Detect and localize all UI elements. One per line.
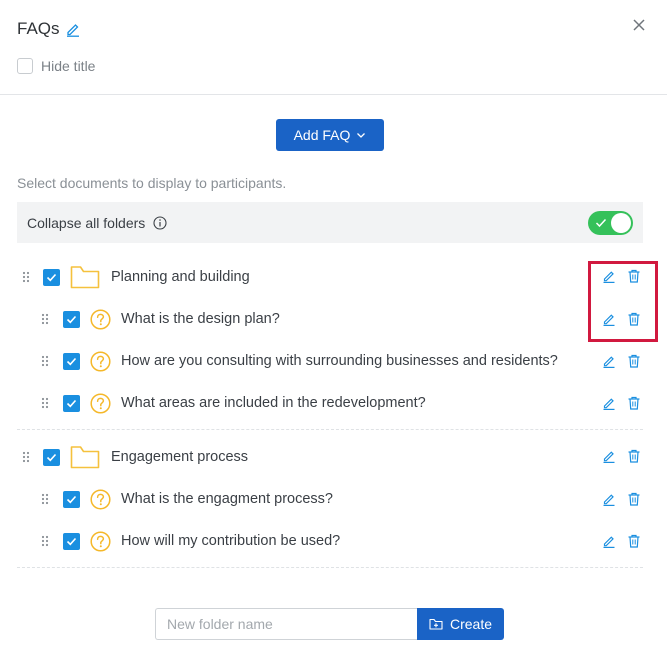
- pencil-icon[interactable]: [602, 449, 616, 463]
- pencil-icon[interactable]: [602, 396, 616, 410]
- collapse-folders-toggle[interactable]: [588, 211, 633, 235]
- folder-row: Planning and building: [22, 261, 250, 293]
- check-icon: [46, 273, 57, 281]
- collapse-folders-label: Collapse all folders: [27, 214, 146, 231]
- faq-label: How will my contribution be used?: [121, 533, 341, 549]
- drag-handle-icon[interactable]: [41, 313, 49, 325]
- trash-icon[interactable]: [627, 534, 641, 548]
- folder-checkbox[interactable]: [43, 448, 60, 466]
- faq-checkbox[interactable]: [63, 394, 80, 412]
- collapse-folders-bar: Collapse all folders: [17, 202, 643, 243]
- check-icon: [66, 495, 77, 503]
- faq-label: What is the design plan?: [121, 311, 280, 327]
- folder-row: Engagement process: [22, 441, 248, 473]
- hint-text: Select documents to display to participa…: [17, 175, 287, 191]
- check-icon: [46, 453, 57, 461]
- faq-checkbox[interactable]: [63, 532, 80, 550]
- pencil-icon[interactable]: [602, 312, 616, 326]
- question-circle-icon: [90, 392, 111, 414]
- trash-icon[interactable]: [627, 449, 641, 463]
- toggle-knob: [611, 213, 631, 233]
- check-icon: [66, 357, 77, 365]
- faq-row: What is the engagment process?: [41, 483, 333, 515]
- folder-icon: [70, 266, 100, 289]
- trash-icon[interactable]: [627, 396, 641, 410]
- info-icon[interactable]: [153, 215, 167, 230]
- check-icon: [595, 218, 607, 228]
- drag-handle-icon[interactable]: [41, 535, 49, 547]
- faq-row: What is the design plan?: [41, 303, 280, 335]
- folder-label: Engagement process: [111, 449, 249, 465]
- page-title: FAQs: [17, 19, 60, 38]
- faq-row: What areas are included in the redevelop…: [41, 387, 426, 419]
- chevron-down-icon: [357, 133, 366, 138]
- pencil-icon[interactable]: [602, 492, 616, 506]
- add-faq-button[interactable]: Add FAQ: [276, 119, 384, 151]
- folder-separator: [17, 567, 643, 568]
- pencil-icon[interactable]: [602, 269, 616, 283]
- trash-icon[interactable]: [627, 269, 641, 283]
- hide-title-label: Hide title: [41, 58, 96, 74]
- drag-handle-icon[interactable]: [41, 493, 49, 505]
- folder-icon: [70, 446, 100, 469]
- question-circle-icon: [90, 350, 111, 372]
- create-label: Create: [449, 616, 493, 632]
- pencil-icon[interactable]: [65, 21, 81, 37]
- drag-handle-icon[interactable]: [22, 271, 30, 283]
- folder-separator: [17, 429, 643, 430]
- folder-plus-icon: [429, 618, 443, 630]
- check-icon: [66, 537, 77, 545]
- drag-handle-icon[interactable]: [41, 355, 49, 367]
- create-folder-button[interactable]: Create: [417, 608, 504, 640]
- hide-title-row: Hide title: [17, 58, 95, 74]
- trash-icon[interactable]: [627, 354, 641, 368]
- trash-icon[interactable]: [627, 312, 641, 326]
- drag-handle-icon[interactable]: [22, 451, 30, 463]
- folder-label: Planning and building: [111, 269, 250, 285]
- faq-row: How are you consulting with surrounding …: [41, 345, 558, 377]
- new-folder-input[interactable]: [155, 608, 418, 640]
- faq-checkbox[interactable]: [63, 490, 80, 508]
- question-circle-icon: [90, 308, 111, 330]
- close-icon[interactable]: [631, 17, 647, 33]
- question-circle-icon: [90, 488, 111, 510]
- trash-icon[interactable]: [627, 492, 641, 506]
- faq-checkbox[interactable]: [63, 352, 80, 370]
- highlight-box: [588, 261, 658, 342]
- add-faq-label: Add FAQ: [293, 127, 351, 143]
- pencil-icon[interactable]: [602, 534, 616, 548]
- drag-handle-icon[interactable]: [41, 397, 49, 409]
- folder-checkbox[interactable]: [43, 268, 60, 286]
- question-circle-icon: [90, 530, 111, 552]
- faq-row: How will my contribution be used?: [41, 525, 340, 557]
- check-icon: [66, 315, 77, 323]
- faq-label: What is the engagment process?: [121, 491, 333, 507]
- faq-label: What areas are included in the redevelop…: [121, 395, 426, 411]
- check-icon: [66, 399, 77, 407]
- pencil-icon[interactable]: [602, 354, 616, 368]
- faq-checkbox[interactable]: [63, 310, 80, 328]
- hide-title-checkbox[interactable]: [17, 58, 33, 74]
- faq-label: How are you consulting with surrounding …: [121, 353, 558, 369]
- header-divider: [0, 94, 667, 95]
